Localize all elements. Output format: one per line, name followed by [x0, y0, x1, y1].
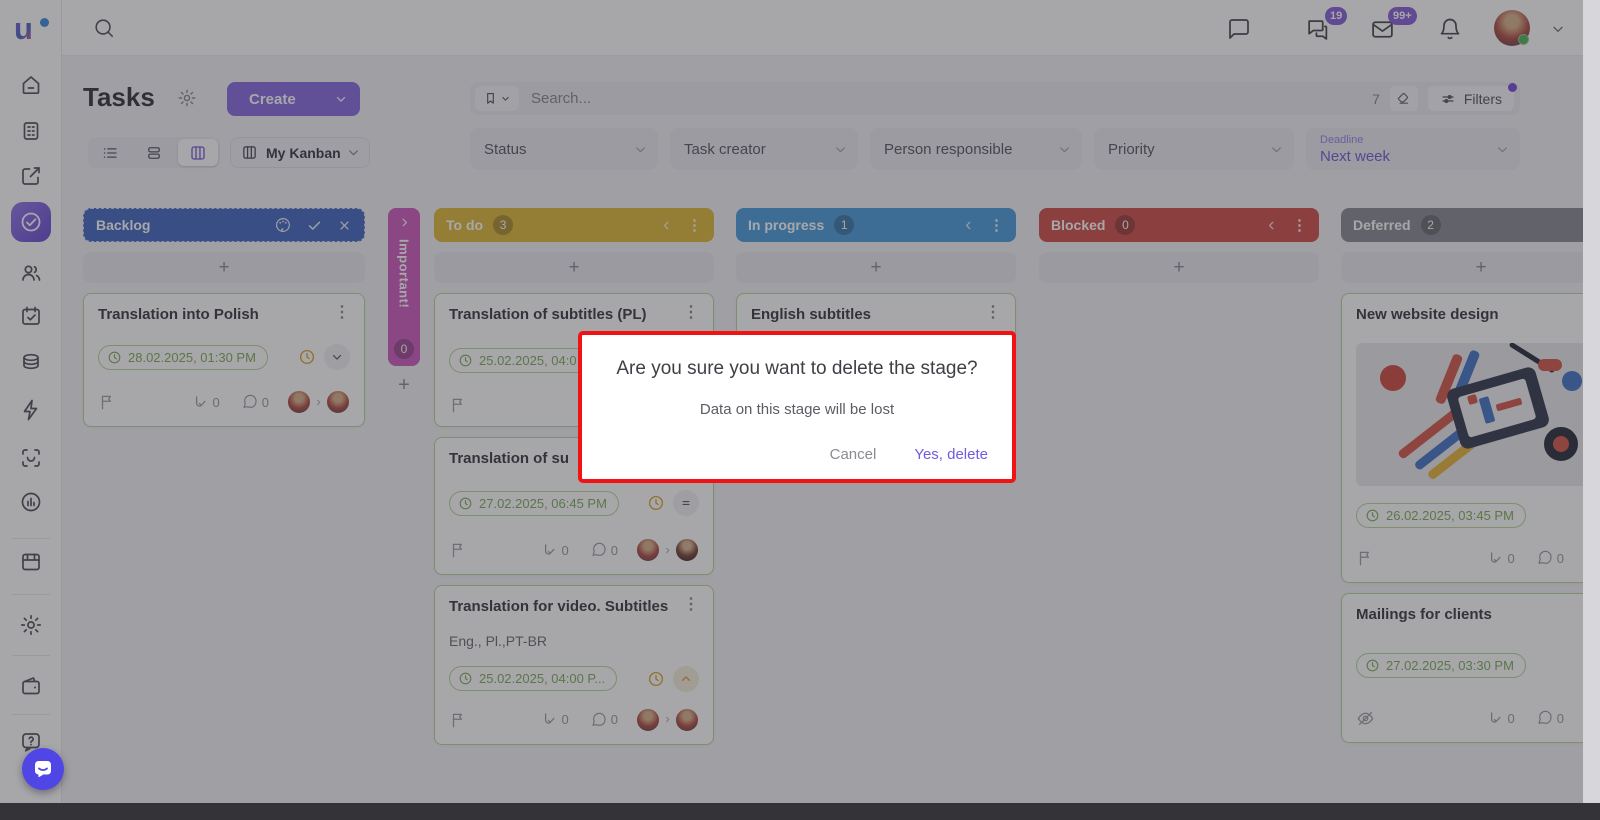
chat-smile-icon [31, 757, 55, 781]
cancel-button[interactable]: Cancel [830, 446, 877, 463]
app-screen: u 19 99+ Tasks Create [0, 0, 1600, 820]
dialog-title: Are you sure you want to delete the stag… [582, 358, 1012, 380]
dialog-message: Data on this stage will be lost [582, 401, 1012, 418]
delete-stage-confirm-dialog: Are you sure you want to delete the stag… [578, 331, 1016, 483]
bottom-bar [0, 803, 1600, 820]
confirm-delete-button[interactable]: Yes, delete [914, 446, 988, 463]
intercom-chat-button[interactable] [22, 748, 64, 790]
scrollbar-track[interactable] [1583, 0, 1600, 820]
